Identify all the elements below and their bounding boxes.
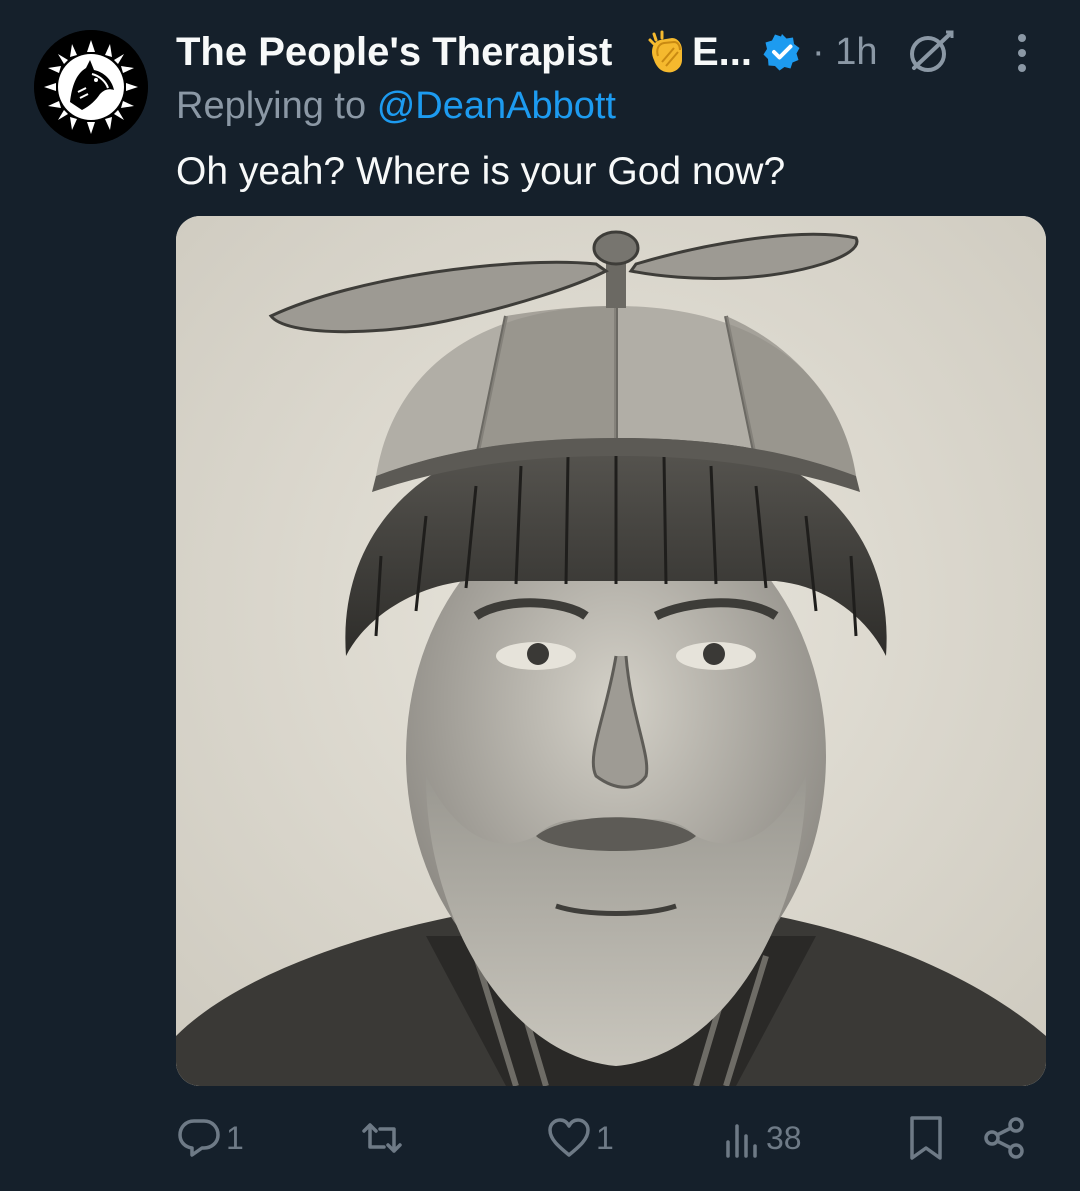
pencil-drawing-man-propeller-beanie [176, 216, 1046, 1086]
grok-icon[interactable] [906, 28, 954, 76]
bookmark-icon [910, 1116, 942, 1160]
timestamp[interactable]: · 1h [812, 26, 877, 78]
replying-to-line: Replying to @DeanAbbott [176, 82, 616, 130]
repost-button[interactable] [358, 1112, 406, 1164]
avatar[interactable] [34, 30, 148, 144]
share-icon [984, 1117, 1024, 1159]
heart-icon [548, 1118, 590, 1157]
tweet[interactable]: The People's Therapist E... · 1h Replyin… [0, 0, 1080, 1191]
tweet-media-image[interactable] [176, 216, 1046, 1086]
reply-button[interactable]: 1 [176, 1112, 244, 1164]
reply-count: 1 [226, 1119, 244, 1156]
wolf-sun-logo-icon [34, 30, 148, 144]
verified-badge-icon[interactable] [762, 32, 802, 72]
like-count: 1 [596, 1119, 614, 1156]
views-count: 38 [766, 1119, 802, 1156]
repost-icon [362, 1123, 402, 1153]
share-button[interactable] [982, 1112, 1028, 1164]
bookmark-button[interactable] [904, 1112, 948, 1164]
reply-icon [178, 1119, 220, 1157]
tweet-header: The People's Therapist E... · 1h [176, 26, 1056, 78]
like-button[interactable]: 1 [546, 1112, 614, 1164]
display-name[interactable]: The People's Therapist [176, 26, 612, 78]
more-vertical-icon[interactable] [1002, 32, 1042, 74]
reply-mention-link[interactable]: @DeanAbbott [377, 85, 616, 127]
views-chart-icon [726, 1124, 757, 1158]
replying-to-label: Replying to [176, 85, 367, 127]
clapping-hands-icon [648, 30, 682, 73]
tweet-text: Oh yeah? Where is your God now? [176, 150, 786, 193]
views-button[interactable]: 38 [722, 1112, 802, 1164]
display-name-truncation: E... [692, 30, 753, 74]
